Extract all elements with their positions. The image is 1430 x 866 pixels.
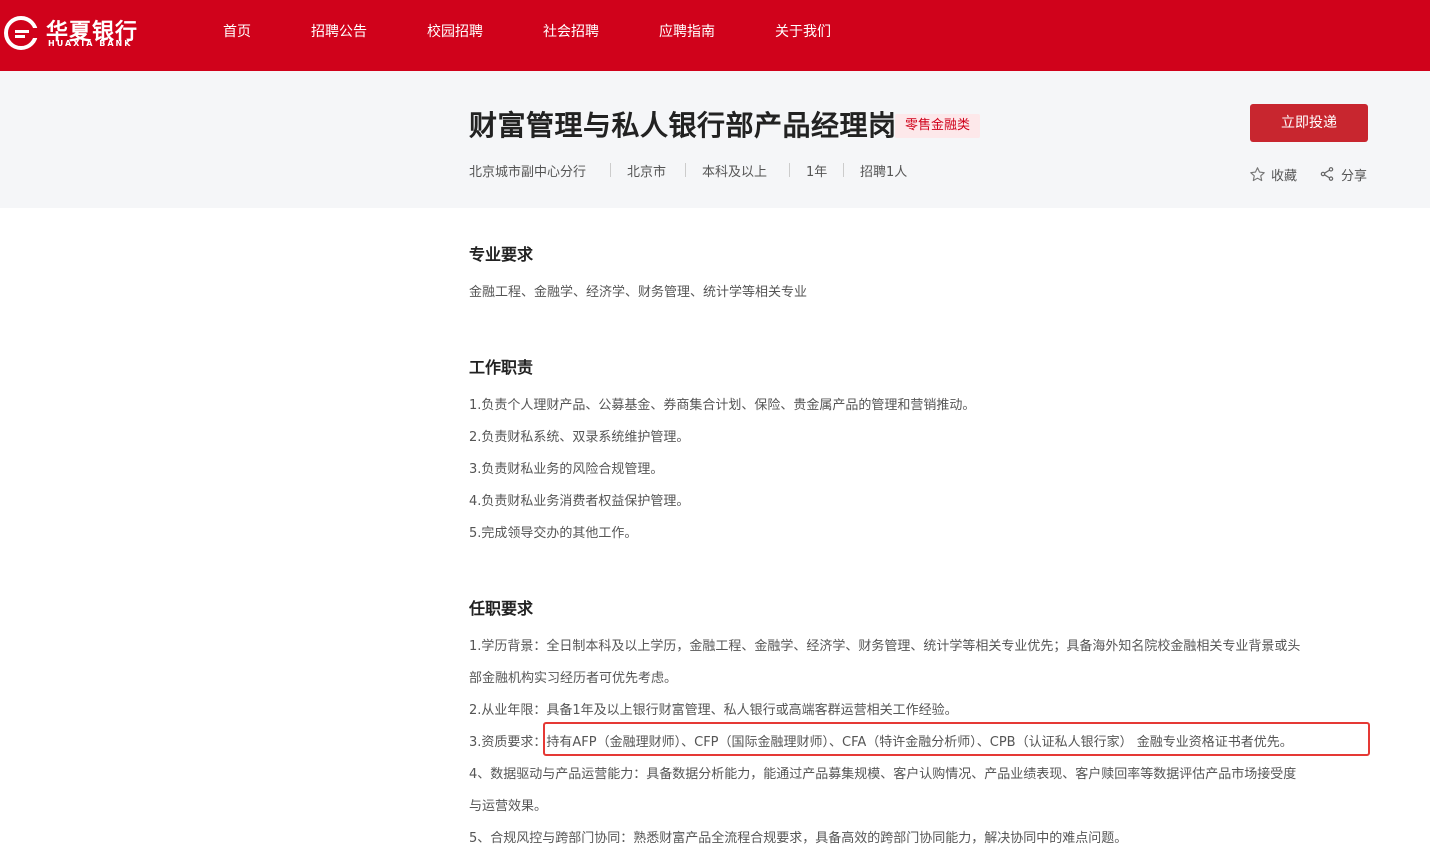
- job-title: 财富管理与私人银行部产品经理岗: [469, 109, 897, 142]
- duty-line: 1.负责个人理财产品、公募基金、券商集合计划、保险、贵金属产品的管理和营销推动。: [469, 398, 976, 413]
- major-line: 金融工程、金融学、经济学、财务管理、统计学等相关专业: [469, 285, 808, 300]
- section-title-requirements: 任职要求: [469, 599, 534, 618]
- star-icon: [1250, 167, 1265, 182]
- meta-divider: [843, 163, 844, 177]
- nav-item-about[interactable]: 关于我们: [775, 21, 831, 41]
- apply-button[interactable]: 立即投递: [1250, 104, 1368, 142]
- duty-line: 4.负责财私业务消费者权益保护管理。: [469, 494, 690, 509]
- nav-item-announcements[interactable]: 招聘公告: [311, 21, 367, 41]
- meta-city: 北京市: [627, 165, 667, 180]
- brand-logo[interactable]: 华夏银行 HUAXIA BANK: [4, 12, 144, 52]
- share-button[interactable]: 分享: [1319, 164, 1371, 184]
- nav-item-home[interactable]: 首页: [223, 21, 251, 41]
- requirement-line: 部金融机构实习经历者可优先考虑。: [469, 671, 678, 686]
- requirement-line: 2.从业年限：具备1年及以上银行财富管理、私人银行或高端客群运营相关工作经验。: [469, 703, 958, 718]
- requirement-line: 与运营效果。: [469, 799, 548, 814]
- duty-line: 3.负责财私业务的风险合规管理。: [469, 462, 664, 477]
- nav-item-campus[interactable]: 校园招聘: [427, 21, 483, 41]
- nav-item-social[interactable]: 社会招聘: [543, 21, 599, 41]
- meta-branch: 北京城市副中心分行: [469, 165, 587, 180]
- section-title-duties: 工作职责: [469, 358, 534, 377]
- meta-education: 本科及以上: [702, 165, 768, 180]
- job-category-tag: 零售金融类: [895, 114, 981, 138]
- requirement-line: 4、数据驱动与产品运营能力：具备数据分析能力，能通过产品募集规模、客户认购情况、…: [469, 767, 1297, 782]
- share-label: 分享: [1341, 169, 1368, 184]
- requirement-line: 5、合规风控与跨部门协同：熟悉财富产品全流程合规要求，具备高效的跨部门协同能力，…: [469, 831, 1128, 846]
- requirement-line: 1.学历背景：全日制本科及以上学历，金融工程、金融学、经济学、财务管理、统计学等…: [469, 639, 1301, 654]
- section-title-major: 专业要求: [469, 245, 534, 264]
- meta-divider: [610, 163, 611, 177]
- meta-divider: [789, 163, 790, 177]
- favorite-button[interactable]: 收藏: [1249, 164, 1305, 184]
- certification-highlight-box: [543, 722, 1370, 756]
- top-nav-bar: 华夏银行 HUAXIA BANK 首页 招聘公告 校园招聘 社会招聘 应聘指南 …: [0, 0, 1430, 71]
- favorite-label: 收藏: [1271, 169, 1298, 184]
- bank-logo-icon: [4, 16, 38, 50]
- duty-line: 2.负责财私系统、双录系统维护管理。: [469, 430, 690, 445]
- meta-divider: [685, 163, 686, 177]
- meta-experience: 1年: [806, 165, 828, 180]
- share-icon: [1320, 167, 1334, 181]
- duty-line: 5.完成领导交办的其他工作。: [469, 526, 638, 541]
- brand-name-en: HUAXIA BANK: [48, 39, 133, 48]
- meta-headcount: 招聘1人: [860, 165, 908, 180]
- nav-item-guide[interactable]: 应聘指南: [659, 21, 715, 41]
